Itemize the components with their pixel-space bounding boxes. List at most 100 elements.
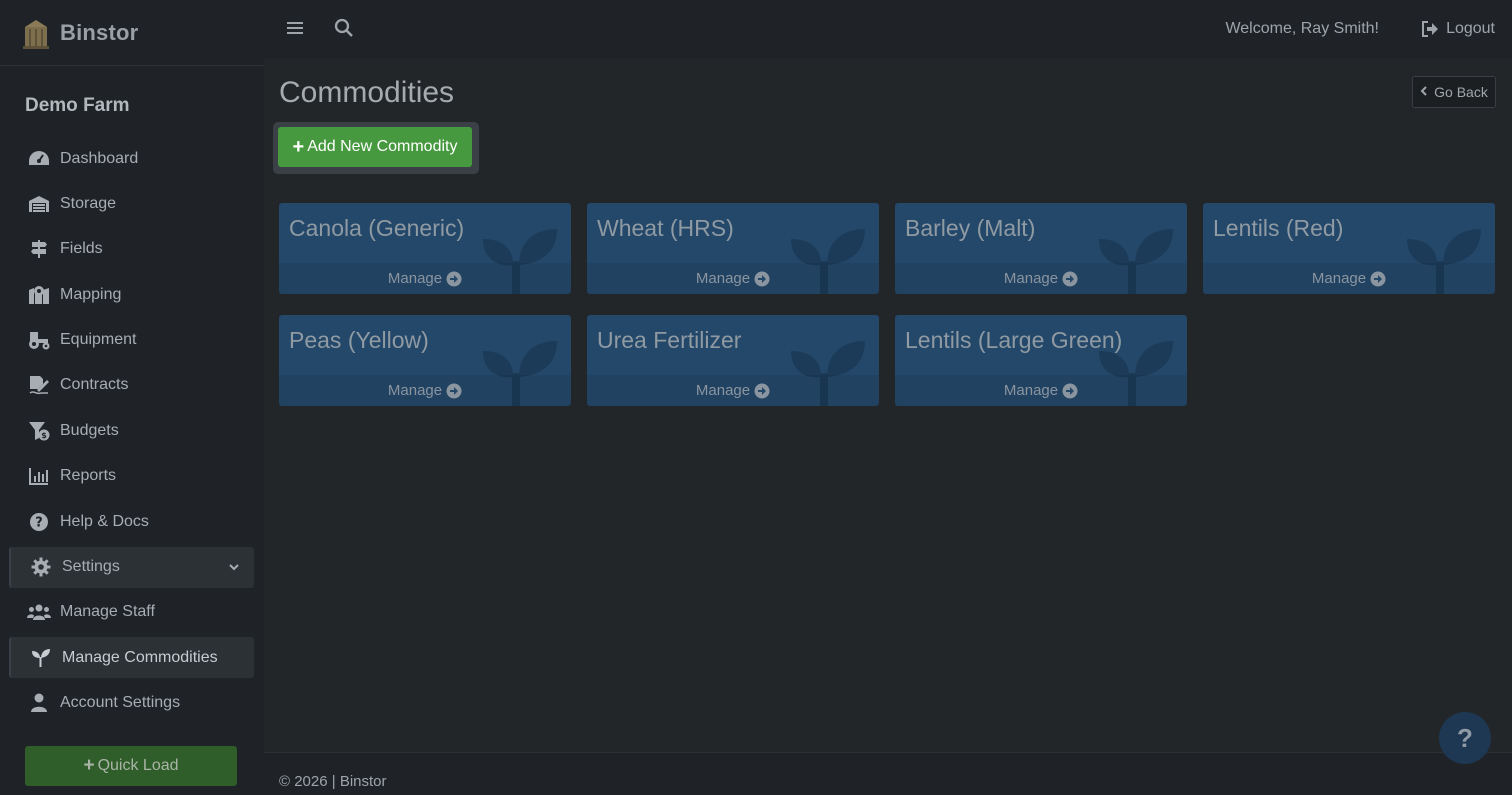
quick-load-button[interactable]: + Quick Load <box>25 746 237 786</box>
sidebar-item-account-settings[interactable]: Account Settings <box>9 683 254 724</box>
arrow-circle-right-icon <box>754 271 770 286</box>
commodity-card[interactable]: Wheat (HRS) Manage <box>587 203 879 294</box>
commodity-card[interactable]: Urea Fertilizer Manage <box>587 315 879 406</box>
arrow-circle-right-icon <box>1370 271 1386 286</box>
brand-link[interactable]: Binstor <box>0 0 264 66</box>
commodity-name: Lentils (Red) <box>1213 215 1344 241</box>
users-icon <box>27 602 51 622</box>
add-new-commodity-label: Add New Commodity <box>307 138 458 155</box>
signature-icon <box>27 375 51 395</box>
signs-icon <box>27 239 51 259</box>
manage-link[interactable]: Manage <box>279 263 571 294</box>
copyright-text: © 2026 | Binstor <box>279 773 387 790</box>
svg-text:$: $ <box>41 431 47 440</box>
go-back-button[interactable]: Go Back <box>1412 76 1496 108</box>
chevron-left-icon <box>1420 85 1428 99</box>
quick-load-label: Quick Load <box>97 757 179 774</box>
gauge-icon <box>27 149 51 169</box>
user-icon <box>27 693 51 713</box>
commodity-name: Wheat (HRS) <box>597 215 734 241</box>
hamburger-menu-icon[interactable] <box>286 19 306 39</box>
commodity-name: Barley (Malt) <box>905 215 1036 241</box>
manage-label: Manage <box>695 382 751 399</box>
arrow-circle-right-icon <box>446 383 462 398</box>
manage-link[interactable]: Manage <box>895 375 1187 406</box>
sidebar: Binstor Demo Farm Dashboard Storage Fiel… <box>0 0 264 795</box>
logout-link[interactable]: Logout <box>1421 20 1495 38</box>
sidebar-item-dashboard[interactable]: Dashboard <box>9 138 254 179</box>
manage-label: Manage <box>387 382 443 399</box>
sidebar-item-label: Fields <box>60 240 103 258</box>
welcome-message: Welcome, Ray Smith! <box>1225 20 1379 37</box>
question-circle-icon: ? <box>27 512 51 532</box>
commodity-card[interactable]: Lentils (Red) Manage <box>1203 203 1495 294</box>
arrow-circle-right-icon <box>754 383 770 398</box>
svg-text:?: ? <box>35 515 43 530</box>
sidebar-item-label: Mapping <box>60 285 122 303</box>
add-new-commodity-button[interactable]: + Add New Commodity <box>278 127 472 167</box>
manage-label: Manage <box>1003 270 1059 287</box>
arrow-circle-right-icon <box>446 271 462 286</box>
sidebar-item-label: Contracts <box>60 376 129 394</box>
seedling-icon <box>29 648 53 668</box>
plus-icon: + <box>292 136 305 158</box>
sidebar-item-fields[interactable]: Fields <box>9 229 254 270</box>
chevron-down-icon <box>228 560 240 578</box>
top-navbar: Welcome, Ray Smith! Logout <box>264 0 1512 58</box>
manage-label: Manage <box>1003 382 1059 399</box>
sign-out-icon <box>1422 21 1439 37</box>
sidebar-item-reports[interactable]: Reports <box>9 456 254 497</box>
search-icon[interactable] <box>334 18 356 40</box>
farm-name: Demo Farm <box>25 95 130 116</box>
funnel-dollar-icon: $ <box>27 421 51 441</box>
sidebar-item-label: Help & Docs <box>60 512 149 530</box>
commodity-name: Urea Fertilizer <box>597 327 742 353</box>
sidebar-item-label: Reports <box>60 467 117 485</box>
sidebar-item-storage[interactable]: Storage <box>9 183 254 224</box>
sidebar-item-label: Storage <box>60 194 117 212</box>
sidebar-item-mapping[interactable]: Mapping <box>9 274 254 315</box>
sidebar-item-label: Manage Commodities <box>62 648 218 666</box>
manage-link[interactable]: Manage <box>895 263 1187 294</box>
sidebar-item-manage-commodities[interactable]: Manage Commodities <box>9 637 254 679</box>
commodity-card[interactable]: Lentils (Large Green) Manage <box>895 315 1187 406</box>
sidebar-item-label: Budgets <box>60 421 119 439</box>
page-footer: © 2026 | Binstor <box>264 752 1512 795</box>
bar-chart-icon <box>27 466 51 486</box>
help-button[interactable]: ? <box>1439 712 1491 764</box>
sidebar-item-settings[interactable]: Settings <box>9 546 254 588</box>
manage-link[interactable]: Manage <box>279 375 571 406</box>
manage-link[interactable]: Manage <box>1203 263 1495 294</box>
commodity-card[interactable]: Peas (Yellow) Manage <box>279 315 571 406</box>
brand-name: Binstor <box>60 19 139 45</box>
sidebar-item-help-docs[interactable]: ? Help & Docs <box>9 501 254 542</box>
gear-icon <box>29 557 53 577</box>
manage-label: Manage <box>695 270 751 287</box>
sidebar-item-label: Dashboard <box>60 149 139 167</box>
sidebar-item-label: Manage Staff <box>60 603 155 621</box>
commodity-name: Canola (Generic) <box>289 215 465 241</box>
manage-label: Manage <box>1311 270 1367 287</box>
sidebar-item-label: Account Settings <box>60 694 181 712</box>
sidebar-item-budgets[interactable]: $ Budgets <box>9 410 254 451</box>
commodity-card[interactable]: Barley (Malt) Manage <box>895 203 1187 294</box>
sidebar-item-manage-staff[interactable]: Manage Staff <box>9 592 254 633</box>
sidebar-item-contracts[interactable]: Contracts <box>9 365 254 406</box>
page-title: Commodities <box>279 76 455 109</box>
add-commodity-focus-ring: + Add New Commodity <box>273 122 479 174</box>
warehouse-icon <box>27 194 51 214</box>
sidebar-item-equipment[interactable]: Equipment <box>9 320 254 361</box>
commodity-card[interactable]: Canola (Generic) Manage <box>279 203 571 294</box>
bin-logo-icon <box>20 17 52 49</box>
commodity-name: Peas (Yellow) <box>289 327 429 353</box>
plus-icon: + <box>83 755 95 776</box>
tractor-icon <box>27 330 51 350</box>
manage-label: Manage <box>387 270 443 287</box>
go-back-label: Go Back <box>1434 84 1488 100</box>
question-mark-icon: ? <box>1457 722 1473 753</box>
manage-link[interactable]: Manage <box>587 263 879 294</box>
sidebar-item-label: Equipment <box>60 331 137 349</box>
arrow-circle-right-icon <box>1062 271 1078 286</box>
manage-link[interactable]: Manage <box>587 375 879 406</box>
logout-label: Logout <box>1446 20 1495 37</box>
